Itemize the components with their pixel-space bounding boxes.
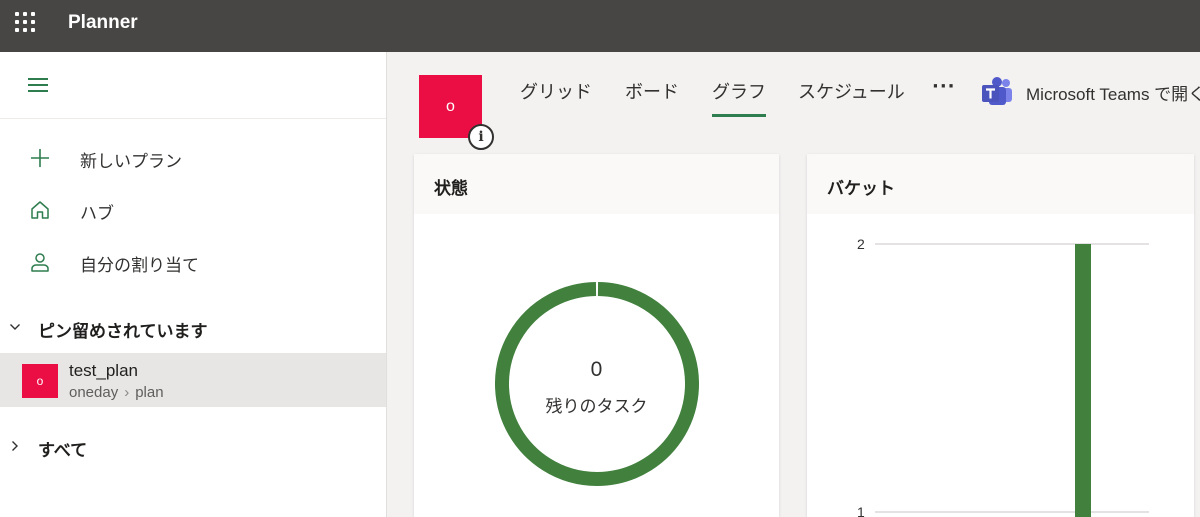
remaining-task-label: 残りのタスク (545, 397, 648, 417)
plan-name: test_plan (69, 361, 138, 380)
bucket-bar-chart: 21 (857, 236, 1149, 517)
teams-icon (982, 77, 1012, 105)
chevron-right-icon: › (124, 384, 130, 401)
app-launcher-icon[interactable] (14, 11, 36, 33)
all-section-header[interactable]: すべて (0, 429, 386, 465)
bucket-card-title: バケット (827, 179, 895, 199)
bucket-card: バケット 21 (807, 154, 1194, 517)
bucket-card-header: バケット (807, 154, 1194, 214)
plan-group-name: oneday (69, 384, 119, 401)
sidebar-item-label: 自分の割り当て (80, 256, 199, 276)
sidebar-divider (0, 118, 386, 119)
sidebar-item-new-plan[interactable]: 新しいプラン (0, 136, 386, 180)
plan-breadcrumb: oneday › plan (69, 384, 164, 401)
sidebar-item-label: 新しいプラン (80, 152, 182, 172)
y-tick-label: 1 (857, 504, 865, 517)
more-options-button[interactable]: ··· (932, 76, 956, 97)
sidebar-item-hub[interactable]: ハブ (0, 188, 386, 232)
plan-path-name: plan (135, 384, 164, 401)
sidebar-item-my-assignments[interactable]: 自分の割り当て (0, 240, 386, 284)
status-card-title: 状態 (434, 179, 468, 199)
sidebar-item-label: ハブ (80, 204, 114, 224)
sidebar: 新しいプラン ハブ 自分の割り当て ピン留めされています o test_plan… (0, 52, 387, 517)
tab-grid[interactable]: グリッド (520, 78, 592, 118)
status-card-header: 状態 (414, 154, 779, 214)
status-card: 状態 0 残りのタスク (414, 154, 779, 517)
tab-schedule[interactable]: スケジュール (798, 78, 905, 118)
hamburger-menu-icon[interactable] (26, 76, 50, 94)
plan-avatar: o (22, 364, 58, 398)
chevron-right-icon (12, 441, 18, 451)
plus-icon (31, 149, 49, 167)
bucket-bar[interactable] (1075, 244, 1091, 517)
pinned-section-label: ピン留めされています (38, 322, 208, 342)
all-section-label: すべて (38, 441, 88, 461)
app-title[interactable]: Planner (68, 12, 138, 34)
person-icon (31, 253, 49, 272)
open-in-teams-button[interactable]: Microsoft Teams で開く (980, 74, 1200, 110)
pinned-plan-item[interactable]: o test_plan oneday › plan (0, 353, 386, 407)
info-icon[interactable]: i (468, 124, 494, 150)
tab-charts[interactable]: グラフ (712, 78, 766, 118)
pinned-section-header[interactable]: ピン留めされています (0, 310, 386, 346)
tab-board[interactable]: ボード (625, 78, 679, 118)
home-icon (31, 201, 49, 219)
donut-slice[interactable] (495, 282, 699, 486)
open-in-teams-label: Microsoft Teams で開く (1026, 85, 1200, 104)
remaining-task-count: 0 (590, 358, 603, 381)
top-bar: Planner (0, 0, 1200, 52)
plan-header: o i グリッド ボード グラフ スケジュール ··· Microsoft Te… (388, 52, 1200, 154)
chevron-down-icon (10, 324, 20, 330)
y-tick-label: 2 (857, 236, 865, 252)
